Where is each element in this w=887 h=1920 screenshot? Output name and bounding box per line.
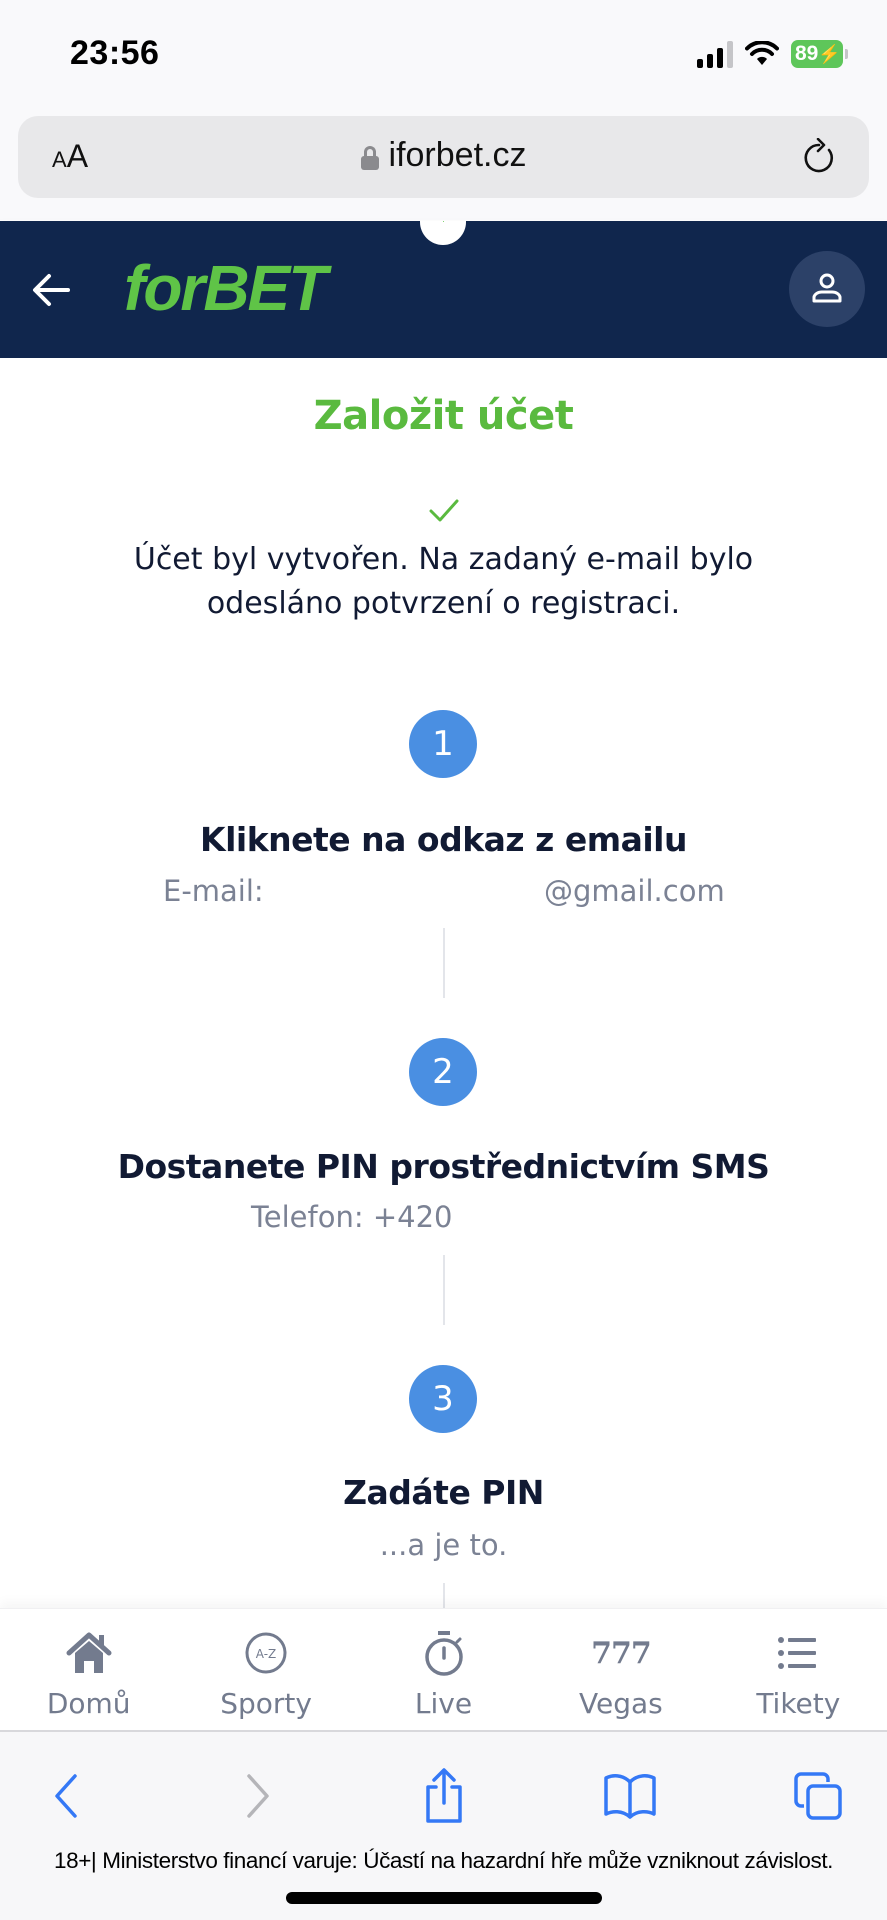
step-title: Kliknete na odkaz z emailu [200,820,687,859]
stopwatch-icon [418,1629,470,1677]
step-title: Zadáte PIN [343,1473,544,1512]
slot-777-icon: 777 [591,1635,652,1671]
cellular-signal-icon [697,40,733,68]
browser-back-button[interactable] [36,1766,96,1826]
step-email-value: @gmail.com [544,874,725,908]
tabs-button[interactable] [788,1766,848,1826]
step-connector [443,1255,445,1325]
nav-label: Sporty [220,1687,312,1720]
step-email-label: E-mail: [163,874,264,908]
chevron-left-icon [55,1774,77,1818]
home-icon [63,1629,115,1677]
url-text: iforbet.cz [388,136,527,174]
page-title: Založit účet [313,393,574,439]
url-display[interactable]: iforbet.cz [18,136,869,175]
step-title: Dostanete PIN prostřednictvím SMS [117,1147,770,1186]
nav-item-live[interactable]: Live [355,1609,532,1730]
nav-item-home[interactable]: Domů [0,1609,177,1730]
wifi-icon [745,41,779,65]
step-note: ...a je to. [379,1528,508,1562]
battery-level: 89 [795,42,819,65]
step-connector [443,928,445,998]
bottom-nav: Domů A-Z Sporty Live 777 Vegas Tikety [0,1608,887,1732]
address-bar[interactable]: AA iforbet.cz [18,116,869,198]
lock-icon [360,145,379,170]
status-bar: 23:56 89⚡ [0,0,887,112]
success-message: Účet byl vytvořen. Na zadaný e-mail bylo… [133,542,754,621]
chevron-right-icon [247,1774,269,1818]
list-icon [772,1629,824,1677]
loading-indicator [420,221,466,245]
nav-item-tickets[interactable]: Tikety [710,1609,887,1730]
checkmark-icon [429,499,459,522]
user-icon [812,273,842,303]
registration-success-content: Založit účet Účet byl vytvořen. Na zadan… [0,358,887,1613]
step-number-badge: 3 [409,1365,477,1433]
nav-label: Tikety [756,1687,841,1720]
browser-forward-button[interactable] [228,1766,288,1826]
arrow-left-icon[interactable] [28,267,74,313]
share-button[interactable] [414,1766,474,1826]
a-z-icon: A-Z [240,1629,292,1677]
forbet-logo[interactable]: forBET [124,251,327,325]
battery-icon: 89⚡ [791,40,848,68]
step-number-badge: 1 [409,710,477,778]
status-icons: 89⚡ [697,40,848,68]
book-icon [604,1774,656,1819]
nav-label: Vegas [579,1687,663,1720]
bookmarks-button[interactable] [600,1766,660,1826]
nav-label: Live [414,1687,473,1720]
user-account-button[interactable] [789,251,865,327]
home-indicator[interactable] [286,1892,602,1904]
nav-item-vegas[interactable]: 777 Vegas [532,1609,709,1730]
status-time: 23:56 [70,34,160,72]
site-header: forBET [0,221,887,358]
reload-icon[interactable] [799,138,839,178]
svg-text:A-Z: A-Z [256,1647,277,1661]
browser-address-area: AA iforbet.cz [0,112,887,220]
nav-label: Domů [46,1687,131,1720]
tabs-icon [794,1772,842,1820]
step-phone-label: Telefon: +420 [251,1200,453,1234]
gambling-warning-disclaimer: 18+| Ministerstvo financí varuje: Účastí… [53,1848,834,1873]
step-number-badge: 2 [409,1038,477,1106]
nav-item-sports[interactable]: A-Z Sporty [177,1609,354,1730]
share-icon [426,1768,462,1823]
